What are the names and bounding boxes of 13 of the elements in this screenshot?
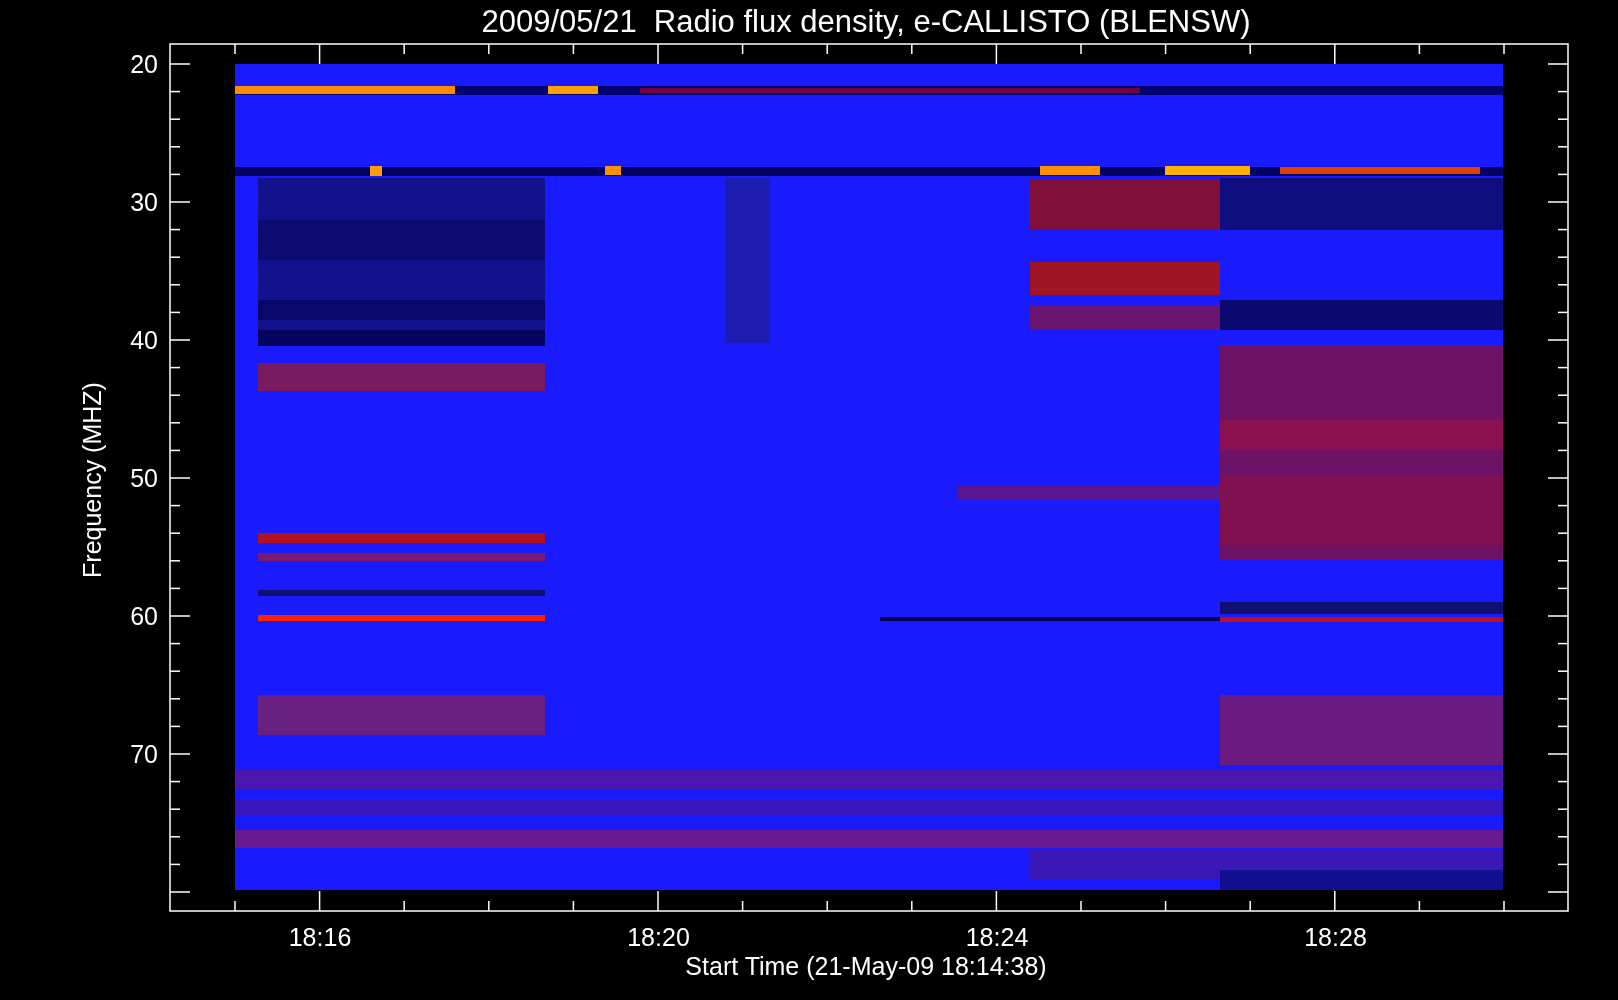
y-axis-label: Frequency (MHZ): [78, 382, 106, 578]
x-tick-label: 18:16: [288, 923, 352, 951]
chart-title: 2009/05/21 Radio flux density, e-CALLISTO (BLENSW): [481, 4, 1251, 39]
x-tick-label: 18:24: [965, 923, 1029, 951]
y-tick-label: 60: [130, 602, 158, 630]
y-tick-label: 40: [130, 326, 158, 354]
x-tick-label: 18:28: [1304, 923, 1367, 951]
y-tick-label: 20: [130, 50, 158, 78]
y-tick-label: 30: [130, 188, 158, 216]
x-tick-label: 18:20: [627, 923, 690, 951]
y-tick-label: 50: [130, 464, 158, 492]
y-tick-label: 70: [130, 740, 158, 768]
x-axis-label: Start Time (21-May-09 18:14:38): [685, 952, 1047, 980]
